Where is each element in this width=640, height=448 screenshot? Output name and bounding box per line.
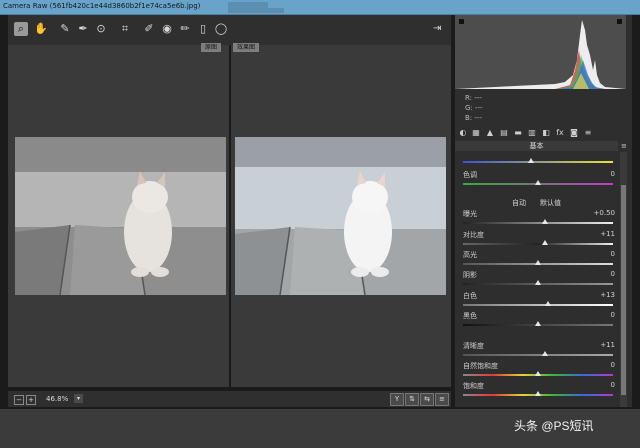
histogram (455, 15, 626, 89)
before-label: 原图 (201, 43, 222, 52)
status-bar: − + 46.8% ▾ Y ⇅ ⇆ ≡ (8, 391, 451, 407)
toolbar: ⌕ ✋ ✎ ✒ ⊙ ⌗ ✐ ◉ ✏ ▯ ◯ ⇥ (8, 15, 451, 45)
toggle-settings-button[interactable]: ≡ (435, 393, 449, 406)
watermark: 头条 @PS短讯 (514, 419, 594, 433)
saturation-value[interactable]: 0 (560, 381, 615, 389)
exposure-label: 曝光 (463, 210, 477, 218)
camera-calibration-tab-icon[interactable]: ◙ (569, 128, 579, 138)
highlights-label: 高光 (463, 251, 477, 259)
tint-value[interactable]: 0 (560, 170, 615, 178)
zoom-out-button[interactable]: − (14, 395, 24, 405)
titlebar-ghost-2 (228, 8, 284, 13)
blacks-value[interactable]: 0 (560, 311, 615, 319)
exposure-slider-thumb[interactable] (542, 219, 548, 224)
readout-r: R: --- (465, 94, 482, 102)
swap-settings-button[interactable]: ⇅ (405, 393, 419, 406)
default-button[interactable]: 默认值 (540, 198, 561, 208)
transform-tab-icon[interactable]: ◧ (541, 128, 551, 138)
open-preferences-icon[interactable]: ⇥ (433, 23, 445, 35)
radial-filter-tool-icon[interactable]: ◯ (214, 22, 228, 36)
zoom-dropdown[interactable]: ▾ (74, 394, 83, 403)
highlights-value[interactable]: 0 (560, 250, 615, 258)
presets-tab-icon[interactable]: ≡ (583, 128, 593, 138)
temperature-slider-thumb[interactable] (528, 158, 534, 163)
panel-menu-icon[interactable]: ≡ (621, 142, 627, 150)
window-titlebar: Camera Raw (561fb420c1e44d3860b2f1e74ca5… (0, 0, 640, 15)
panel-tabs: ◐ ▦ ▲ ▤ ▬ ▥ ◧ fx ◙ ≡ (455, 126, 632, 140)
whites-label: 白色 (463, 292, 477, 300)
hand-tool-icon[interactable]: ✋ (34, 22, 48, 36)
copy-settings-button[interactable]: ⇆ (420, 393, 434, 406)
vibrance-slider-thumb[interactable] (535, 371, 541, 376)
readout-g: G: --- (465, 104, 483, 112)
readout-b: B: --- (465, 114, 482, 122)
whites-slider-thumb[interactable] (545, 301, 551, 306)
contrast-slider-thumb[interactable] (542, 240, 548, 245)
color-sampler-tool-icon[interactable]: ✒ (76, 22, 90, 36)
temperature-slider-track[interactable] (463, 161, 613, 163)
clarity-value[interactable]: +11 (560, 341, 615, 349)
white-balance-tool-icon[interactable]: ✎ (58, 22, 72, 36)
whites-slider-track[interactable] (463, 304, 613, 306)
graduated-filter-tool-icon[interactable]: ▯ (196, 22, 210, 36)
window-title: Camera Raw (561fb420c1e44d3860b2f1e74ca5… (3, 2, 201, 10)
contrast-label: 对比度 (463, 231, 484, 239)
basic-section-header: 基本 (455, 141, 618, 151)
basic-tab-icon[interactable]: ◐ (458, 128, 468, 138)
clarity-slider-thumb[interactable] (542, 351, 548, 356)
auto-button[interactable]: 自动 (512, 198, 526, 208)
effects-tab-icon[interactable]: fx (555, 128, 565, 138)
red-eye-tool-icon[interactable]: ◉ (160, 22, 174, 36)
saturation-slider-thumb[interactable] (535, 391, 541, 396)
highlights-slider-thumb[interactable] (535, 260, 541, 265)
saturation-label: 饱和度 (463, 382, 484, 390)
exposure-slider-track[interactable] (463, 222, 613, 224)
zoom-in-button[interactable]: + (26, 395, 36, 405)
split-toning-tab-icon[interactable]: ▬ (513, 128, 523, 138)
lens-tab-icon[interactable]: ▥ (527, 128, 537, 138)
blacks-label: 黑色 (463, 312, 477, 320)
after-label: 效果图 (233, 43, 260, 52)
contrast-slider-track[interactable] (463, 243, 613, 245)
crop-tool-icon[interactable]: ⌗ (118, 22, 132, 36)
shadow-clipping-icon[interactable] (459, 19, 464, 24)
zoom-level: 46.8% (46, 395, 69, 403)
tone-curve-tab-icon[interactable]: ▦ (471, 128, 481, 138)
clarity-label: 清晰度 (463, 342, 484, 350)
vibrance-label: 自然饱和度 (463, 362, 498, 370)
shadows-value[interactable]: 0 (560, 270, 615, 278)
blacks-slider-thumb[interactable] (535, 321, 541, 326)
spot-removal-tool-icon[interactable]: ✐ (142, 22, 156, 36)
vibrance-value[interactable]: 0 (560, 361, 615, 369)
exposure-value[interactable]: +0.50 (560, 209, 615, 217)
clarity-slider-track[interactable] (463, 354, 613, 356)
detail-tab-icon[interactable]: ▲ (485, 128, 495, 138)
tint-slider-thumb[interactable] (535, 180, 541, 185)
zoom-tool-icon[interactable]: ⌕ (14, 22, 28, 36)
whites-value[interactable]: +13 (560, 291, 615, 299)
contrast-value[interactable]: +11 (560, 230, 615, 238)
targeted-adjust-tool-icon[interactable]: ⊙ (94, 22, 108, 36)
hsl-tab-icon[interactable]: ▤ (499, 128, 509, 138)
before-photo (15, 137, 226, 295)
tint-label: 色调 (463, 171, 477, 179)
panel-scrollbar-thumb[interactable] (621, 185, 626, 395)
adjustment-brush-tool-icon[interactable]: ✏ (178, 22, 192, 36)
before-after-view-button[interactable]: Y (390, 393, 404, 406)
preview-divider (229, 45, 231, 387)
shadows-label: 阴影 (463, 271, 477, 279)
after-photo (235, 137, 446, 295)
highlight-clipping-icon[interactable] (617, 19, 622, 24)
shadows-slider-thumb[interactable] (535, 280, 541, 285)
